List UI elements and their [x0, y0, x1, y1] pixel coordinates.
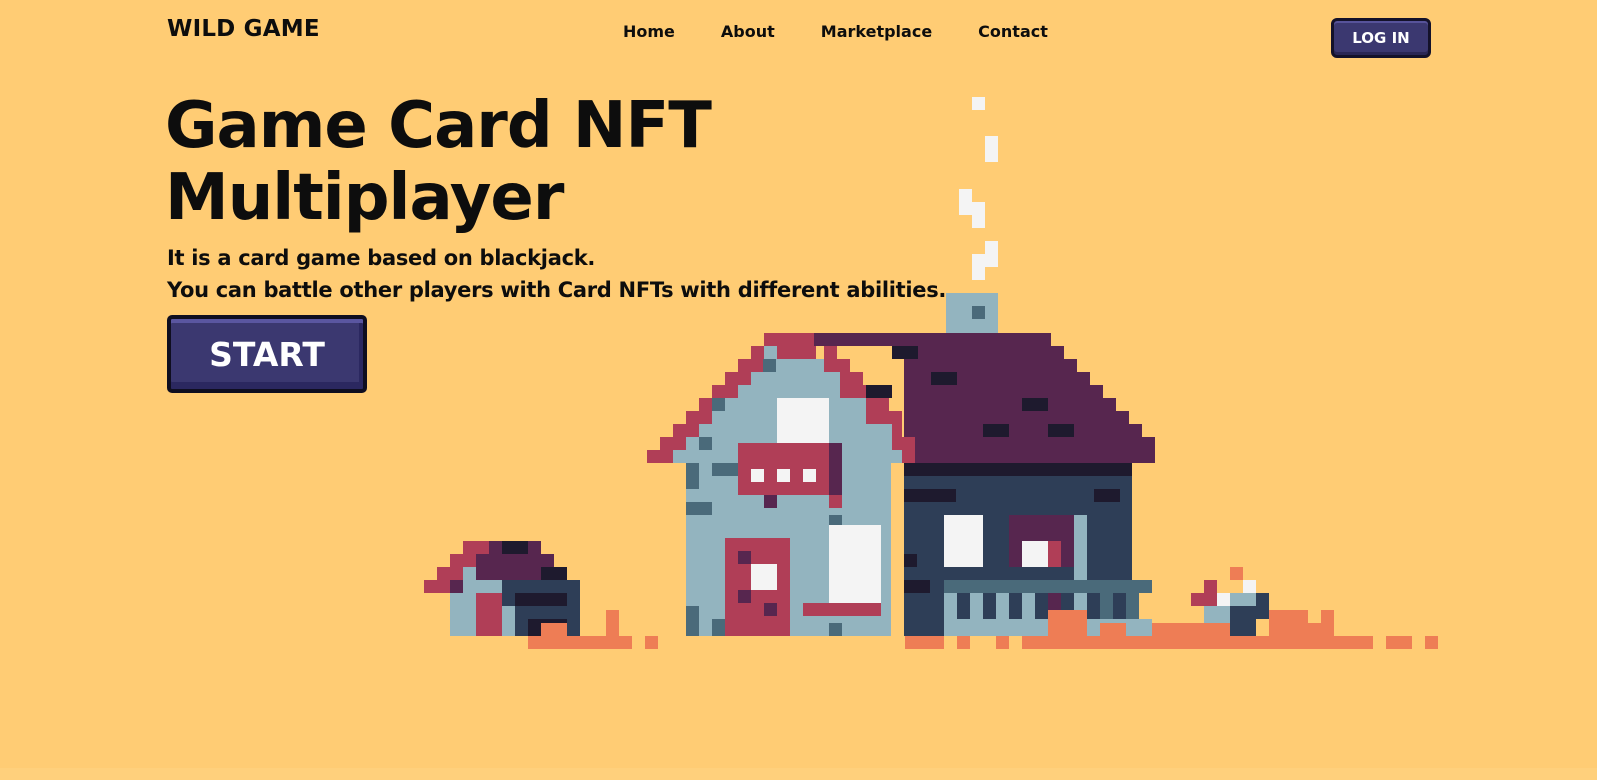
- bottom-strip: [0, 768, 1597, 780]
- site-logo[interactable]: WILD GAME: [167, 16, 320, 42]
- nav-link-about[interactable]: About: [698, 21, 798, 43]
- start-button[interactable]: START: [167, 315, 367, 393]
- wing-window-1: [944, 515, 983, 567]
- attic-window: [777, 398, 829, 450]
- side-window: [829, 525, 881, 603]
- pixel-house-illustration: [424, 93, 1444, 667]
- chimney-smoke: [959, 97, 998, 280]
- nav-link-marketplace[interactable]: Marketplace: [798, 21, 955, 43]
- nav-link-home[interactable]: Home: [600, 21, 698, 43]
- doghouse: [424, 541, 580, 636]
- nav-link-contact[interactable]: Contact: [955, 21, 1071, 43]
- page: WILD GAME Home About Marketplace Contact…: [0, 0, 1597, 780]
- main-nav: Home About Marketplace Contact: [600, 21, 1071, 43]
- chimney: [946, 293, 998, 333]
- login-button[interactable]: LOG IN: [1331, 18, 1431, 58]
- pixel-house-svg: [424, 97, 1438, 649]
- house-wing: [904, 463, 1152, 636]
